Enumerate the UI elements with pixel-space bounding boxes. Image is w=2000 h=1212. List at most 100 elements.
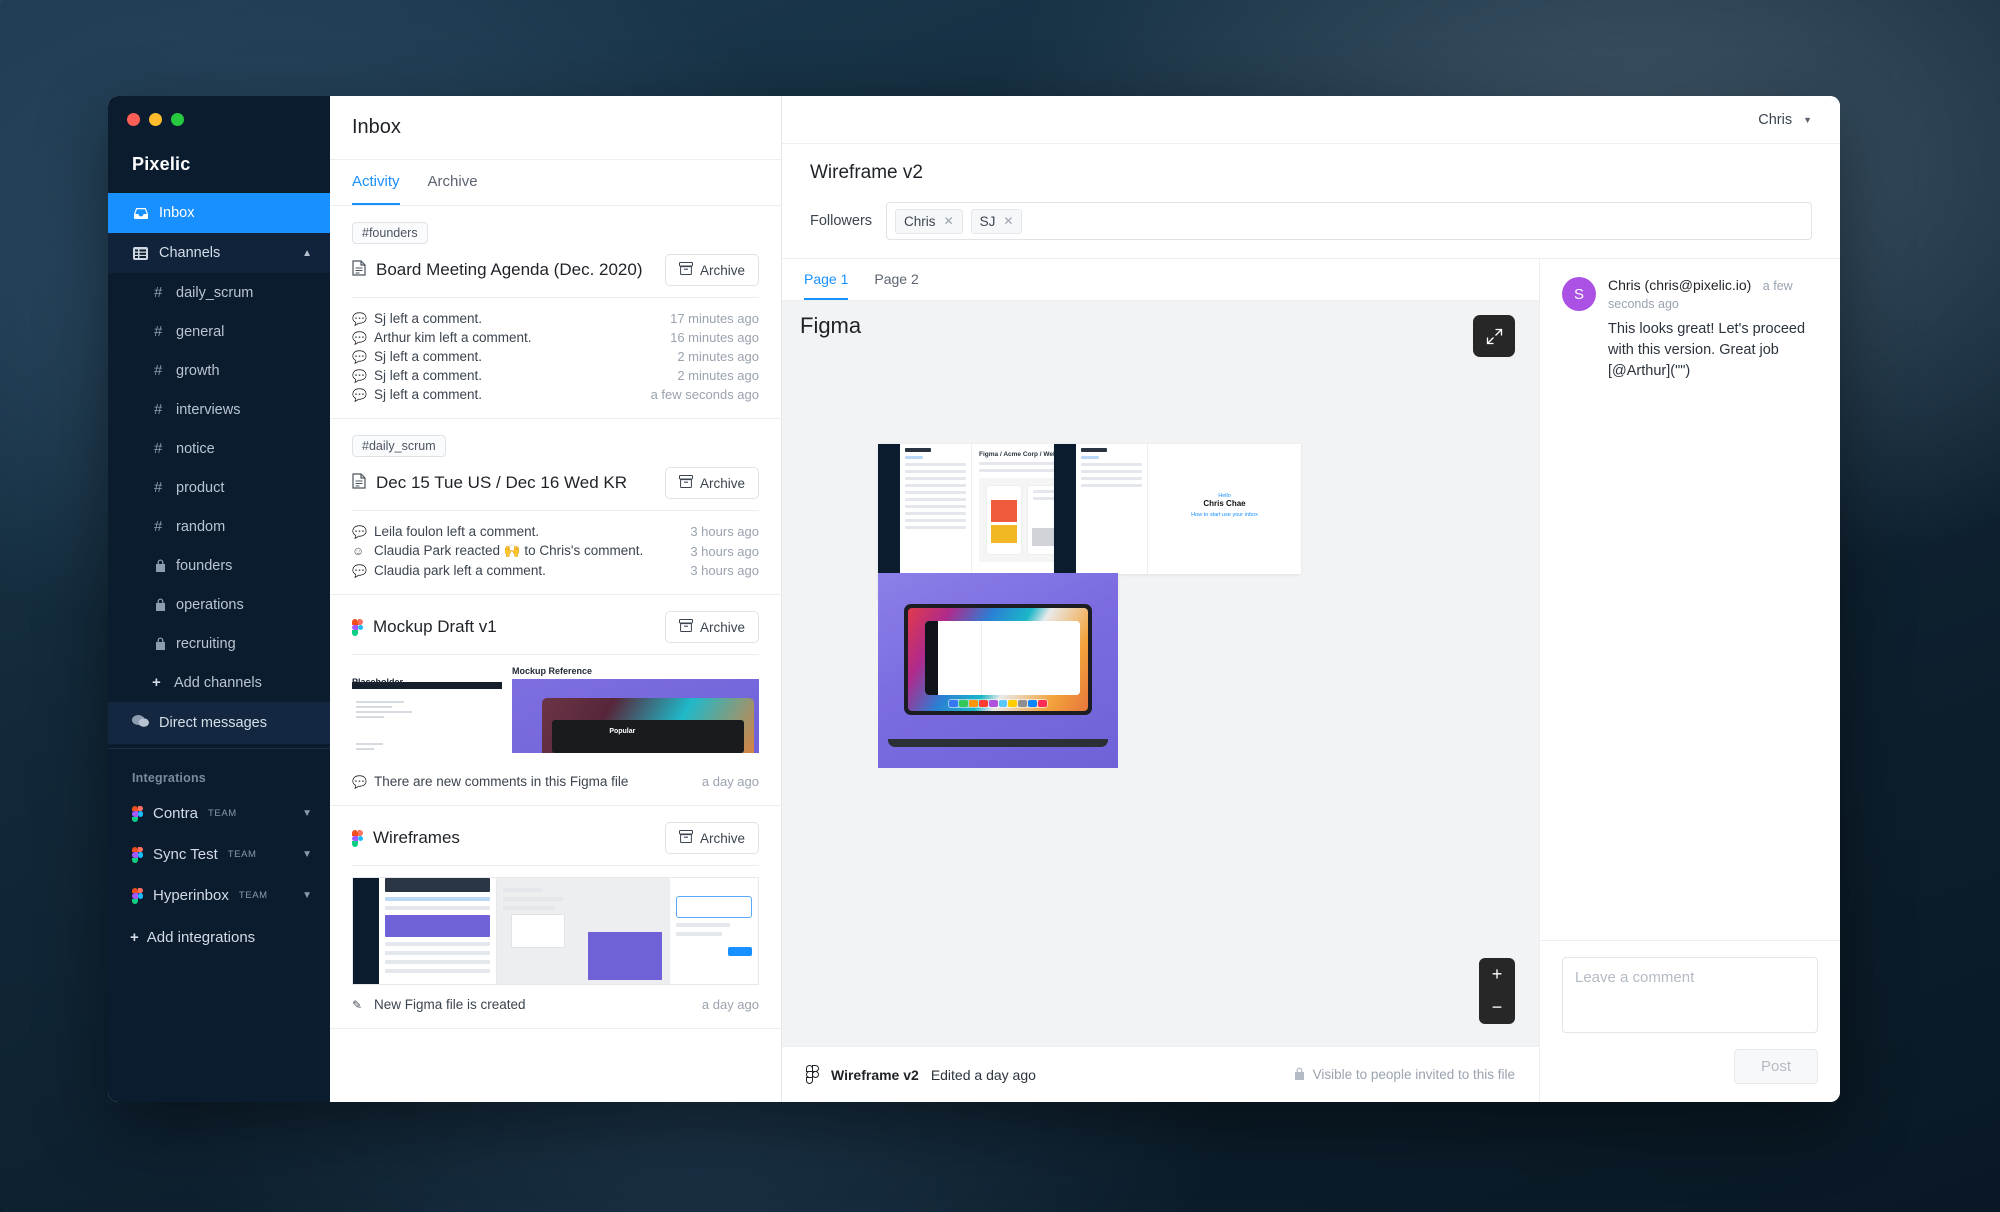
file-name: Wireframe v2 bbox=[831, 1066, 919, 1083]
sidebar-channel-daily_scrum[interactable]: # daily_scrum bbox=[108, 273, 330, 312]
inbox-card[interactable]: Wireframes Archive ✎ New Figma file is c… bbox=[330, 806, 781, 1029]
figma-canvas[interactable]: Figma Figma / Acme Corp / Website Design… bbox=[782, 301, 1539, 1046]
detail-header: Wireframe v2 Followers Chris ✕ SJ ✕ bbox=[782, 144, 1840, 258]
integration-badge: TEAM bbox=[238, 890, 268, 901]
minimize-window-button[interactable] bbox=[149, 113, 162, 126]
archive-button[interactable]: Archive bbox=[664, 611, 759, 643]
sidebar-channel-growth[interactable]: # growth bbox=[108, 351, 330, 390]
comment-input[interactable] bbox=[1562, 957, 1818, 1033]
sidebar-channel-founders[interactable]: founders bbox=[108, 546, 330, 585]
comment-author: Chris (chris@pixelic.io) bbox=[1608, 277, 1752, 293]
activity-event-time: 2 minutes ago bbox=[677, 349, 759, 364]
activity-event: 💬 Claudia park left a comment. 3 hours a… bbox=[352, 561, 759, 580]
close-icon[interactable]: ✕ bbox=[1003, 214, 1013, 228]
archive-button[interactable]: Archive bbox=[664, 467, 759, 499]
inbox-card-header: Board Meeting Agenda (Dec. 2020) Archive bbox=[352, 254, 759, 286]
activity-event: 💬 Leila foulon left a comment. 3 hours a… bbox=[352, 522, 759, 541]
archive-button-label: Archive bbox=[699, 830, 745, 846]
inbox-card[interactable]: #founders Board Meeting Agenda (Dec. 202… bbox=[330, 206, 781, 419]
chevron-down-icon[interactable]: ▼ bbox=[302, 890, 312, 901]
zoom-controls[interactable]: + − bbox=[1479, 958, 1515, 1024]
sidebar-channel-interviews[interactable]: # interviews bbox=[108, 390, 330, 429]
maximize-window-button[interactable] bbox=[171, 113, 184, 126]
follower-tag-chris[interactable]: Chris ✕ bbox=[895, 208, 963, 234]
sidebar-channel-label: interviews bbox=[176, 401, 241, 418]
file-edited-text: Edited a day ago bbox=[930, 1066, 1036, 1083]
activity-event-text: Sj left a comment. bbox=[374, 311, 483, 326]
tab-archive[interactable]: Archive bbox=[428, 160, 478, 205]
comment-icon: 💬 bbox=[352, 774, 367, 789]
user-menu[interactable]: Chris ▼ bbox=[1758, 112, 1812, 128]
comment-list: S Chris (chris@pixelic.io) a few seconds… bbox=[1540, 259, 1840, 940]
chevron-down-icon[interactable]: ▼ bbox=[302, 808, 312, 819]
activity-event-time: 3 hours ago bbox=[690, 524, 759, 539]
figma-thumbnail[interactable] bbox=[352, 877, 759, 985]
file-visibility: Visible to people invited to this file bbox=[1294, 1067, 1515, 1083]
zoom-in-button[interactable]: + bbox=[1479, 958, 1515, 991]
activity-event-time: a day ago bbox=[701, 774, 759, 789]
sidebar-channel-operations[interactable]: operations bbox=[108, 585, 330, 624]
inbox-card[interactable]: #daily_scrum Dec 15 Tue US / Dec 16 Wed … bbox=[330, 419, 781, 595]
lock-icon bbox=[154, 598, 167, 611]
direct-messages-label: Direct messages bbox=[159, 715, 267, 731]
archive-button-label: Archive bbox=[699, 619, 745, 635]
file-visibility-text: Visible to people invited to this file bbox=[1312, 1067, 1515, 1082]
archive-button[interactable]: Archive bbox=[664, 254, 759, 286]
integration-item-hyperinbox[interactable]: Hyperinbox TEAM ▼ bbox=[108, 875, 330, 916]
close-window-button[interactable] bbox=[127, 113, 140, 126]
archive-button[interactable]: Archive bbox=[664, 822, 759, 854]
sidebar-item-channels[interactable]: Channels ▲ bbox=[108, 233, 330, 273]
top-bar: Chris ▼ bbox=[782, 96, 1840, 144]
sidebar-item-inbox[interactable]: Inbox bbox=[108, 193, 330, 233]
follower-name: Chris bbox=[904, 213, 936, 229]
sidebar-channel-notice[interactable]: # notice bbox=[108, 429, 330, 468]
figma-icon bbox=[132, 846, 143, 863]
activity-event-text: Leila foulon left a comment. bbox=[374, 524, 540, 539]
sidebar-channel-general[interactable]: # general bbox=[108, 312, 330, 351]
thumbnail-nav bbox=[353, 878, 379, 984]
followers-input[interactable]: Chris ✕ SJ ✕ bbox=[886, 202, 1812, 240]
inbox-card[interactable]: Mockup Draft v1 Archive Placeholder Mock… bbox=[330, 595, 781, 806]
sidebar-item-direct-messages[interactable]: Direct messages bbox=[108, 702, 330, 744]
comment-compose: Post bbox=[1540, 940, 1840, 1102]
integration-item-contra[interactable]: Contra TEAM ▼ bbox=[108, 793, 330, 834]
figma-icon bbox=[132, 887, 143, 904]
document-icon bbox=[352, 473, 366, 493]
inbox-panel: Inbox Activity Archive #founders Board M… bbox=[330, 96, 782, 1102]
integration-label: Hyperinbox bbox=[153, 887, 229, 904]
archive-box-icon bbox=[678, 830, 693, 846]
inbox-list[interactable]: #founders Board Meeting Agenda (Dec. 202… bbox=[330, 206, 781, 1102]
zoom-out-button[interactable]: − bbox=[1479, 991, 1515, 1024]
user-menu-label: Chris bbox=[1758, 111, 1793, 128]
tab-page-2[interactable]: Page 2 bbox=[874, 259, 918, 300]
add-integrations-button[interactable]: + Add integrations bbox=[108, 916, 330, 958]
comment-icon: 💬 bbox=[352, 349, 367, 364]
figma-thumbnail[interactable]: Placeholder Mockup Reference Popular bbox=[352, 666, 759, 762]
lock-icon bbox=[1294, 1067, 1305, 1083]
fullscreen-button[interactable] bbox=[1473, 315, 1515, 357]
laptop-mockup-image[interactable] bbox=[878, 573, 1118, 768]
post-button[interactable]: Post bbox=[1733, 1049, 1818, 1084]
sidebar-channel-random[interactable]: # random bbox=[108, 507, 330, 546]
artboard-2[interactable]: Hello Chris Chae How to start use your i… bbox=[1054, 444, 1301, 574]
activity-event-text: Sj left a comment. bbox=[374, 349, 483, 364]
tab-page-1[interactable]: Page 1 bbox=[804, 259, 849, 300]
hash-icon: # bbox=[154, 479, 163, 496]
inbox-card-title: Mockup Draft v1 bbox=[373, 617, 497, 636]
add-channels-button[interactable]: + Add channels bbox=[108, 663, 330, 702]
follower-tag-sj[interactable]: SJ ✕ bbox=[970, 208, 1023, 234]
divider bbox=[352, 297, 759, 298]
activity-event-time: a day ago bbox=[701, 997, 759, 1012]
comment-icon: 💬 bbox=[352, 330, 367, 345]
sidebar-channel-label: founders bbox=[176, 557, 233, 574]
close-icon[interactable]: ✕ bbox=[944, 214, 954, 228]
activity-event-text: Sj left a comment. bbox=[374, 368, 483, 383]
sidebar-channel-product[interactable]: # product bbox=[108, 468, 330, 507]
follower-name: SJ bbox=[979, 213, 996, 229]
artboard-hello-link[interactable]: How to start use your inbox bbox=[1155, 512, 1294, 518]
integration-item-sync-test[interactable]: Sync Test TEAM ▼ bbox=[108, 834, 330, 875]
tab-activity[interactable]: Activity bbox=[352, 160, 400, 205]
sidebar-channel-recruiting[interactable]: recruiting bbox=[108, 624, 330, 663]
list-icon bbox=[132, 246, 149, 260]
chevron-down-icon[interactable]: ▼ bbox=[302, 849, 312, 860]
